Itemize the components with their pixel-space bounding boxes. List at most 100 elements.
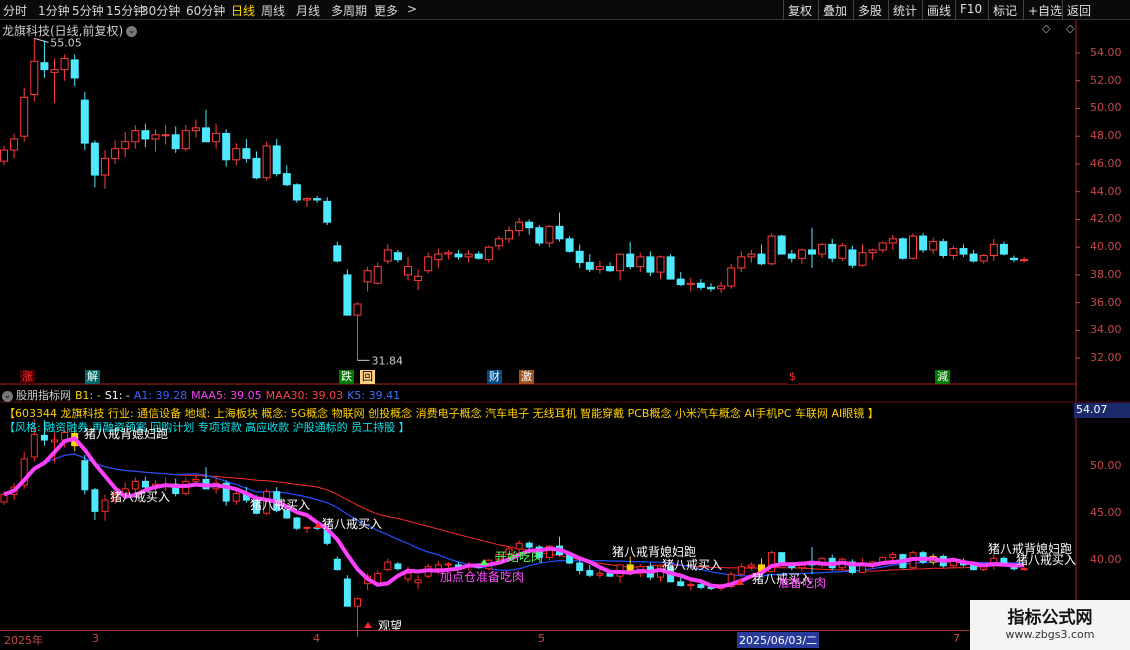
indicator-body [596, 572, 604, 576]
candle-body [959, 248, 968, 255]
candle-body [989, 243, 998, 256]
event-marker[interactable]: 減 [935, 370, 950, 384]
signal-label-jdc: 加点仓准备吃肉 [440, 570, 525, 584]
indicator-menu-icon[interactable]: ⌄ [2, 390, 13, 402]
candle-body [494, 238, 503, 247]
candle-body [272, 145, 281, 175]
signal-label-zbjmr-2: 猪八戒买入 [250, 498, 311, 512]
upper-y-tick-label: 44.00 [1090, 184, 1122, 198]
candle-body [646, 256, 655, 273]
candle-body [929, 241, 938, 251]
candle-body [444, 252, 453, 255]
candle-body [696, 282, 705, 288]
upper-y-tick-label: 40.00 [1090, 240, 1122, 254]
event-marker[interactable]: 解 [85, 370, 100, 384]
candle-body [262, 145, 271, 179]
event-marker[interactable]: 涨 [20, 370, 35, 384]
candle-body [686, 282, 695, 286]
candle-body [808, 249, 816, 255]
candle-body [343, 274, 352, 316]
candle-body [474, 253, 483, 259]
indicator-body [384, 561, 392, 571]
candle-body [404, 266, 412, 276]
candle-body [878, 242, 887, 251]
indicator-body [354, 598, 361, 607]
candle-body [151, 134, 160, 140]
candle-body [727, 267, 736, 287]
s1-value: S1: - [104, 389, 130, 402]
event-marker[interactable]: 回 [360, 370, 375, 384]
date-label: 7 [953, 632, 960, 645]
indicator-body [889, 554, 897, 558]
signal-label-zbjmr-4: 猪八戒买入 [662, 558, 723, 572]
candle-body [363, 270, 372, 283]
indicator-body [81, 460, 89, 491]
candle-body [979, 254, 988, 262]
upper-y-tick-label: 54.00 [1090, 45, 1122, 59]
candle-body [10, 138, 19, 151]
indicator-body [576, 562, 584, 572]
candle-body [555, 225, 564, 240]
date-axis: 2025年 3 4 5 2025/06/03/二 7 [0, 630, 1076, 648]
watermark: 指标公式网 www.zbgs3.com [970, 600, 1130, 650]
candle-body [323, 200, 332, 223]
upper-y-tick-label: 38.00 [1090, 267, 1122, 281]
candle-body [585, 261, 594, 270]
candle-body [505, 230, 513, 240]
indicator-body [394, 563, 402, 570]
low-price-label: 31.84 [372, 354, 404, 367]
indicator-body [586, 570, 594, 576]
candle-body [747, 253, 756, 258]
candle-body [393, 252, 402, 261]
event-marker[interactable]: 跌 [339, 370, 354, 384]
candle-body [484, 246, 493, 261]
upper-y-tick-label: 32.00 [1090, 351, 1122, 365]
candle-body [313, 198, 322, 201]
candle-body [60, 58, 69, 71]
signal-label-ks: 开始吃肉 [495, 550, 544, 564]
upper-y-tick-label: 46.00 [1090, 156, 1122, 170]
candle-body [636, 256, 645, 268]
candle-body [242, 148, 251, 159]
signal-label-zbcr: 准备吃肉 [778, 576, 827, 590]
high-price-label: 55.05 [50, 36, 82, 49]
event-marker[interactable]: $ [787, 370, 798, 384]
upper-y-tick-label: 52.00 [1090, 73, 1122, 87]
candle-body [848, 249, 857, 266]
event-marker[interactable]: 财 [487, 370, 502, 384]
indicator-body [404, 572, 412, 580]
date-label: 2025/06/03/二 [737, 632, 820, 648]
signal-label-zbjmr-6: 猪八戒买入 [1016, 553, 1077, 567]
event-marker[interactable]: 激 [519, 370, 534, 384]
candle-body [818, 243, 827, 255]
watermark-title: 指标公式网 [1007, 608, 1093, 628]
candle-body [383, 249, 392, 262]
signal-label-zbjmr-3: 猪八戒买入 [322, 517, 383, 531]
candle-body [464, 253, 473, 258]
candle-body [797, 249, 806, 259]
candle-body [191, 127, 200, 132]
candle-body [292, 184, 301, 201]
indicator-body [333, 558, 341, 571]
candle-body [222, 132, 231, 161]
candle-body [373, 266, 382, 284]
indicator-body [1020, 568, 1028, 571]
candle-body [171, 134, 180, 150]
indicator-body [697, 584, 705, 588]
indicator-body [293, 517, 301, 529]
candle-body [515, 221, 524, 232]
candle-body [454, 253, 463, 258]
candle-body [757, 253, 766, 265]
candle-body [787, 253, 796, 259]
signal-arrow-icon [364, 622, 372, 628]
date-label: 5 [538, 632, 545, 645]
candle-body [717, 285, 726, 290]
upper-y-tick-label: 50.00 [1090, 101, 1122, 115]
indicator-body [101, 499, 109, 512]
signal-label-zbjmr-1: 猪八戒买入 [110, 490, 171, 504]
upper-y-tick-label: 36.00 [1090, 295, 1122, 309]
candle-body [50, 69, 59, 73]
current-price-badge: 54.07 [1074, 403, 1130, 418]
indicator-body [51, 439, 58, 443]
indicator-body [91, 489, 99, 512]
